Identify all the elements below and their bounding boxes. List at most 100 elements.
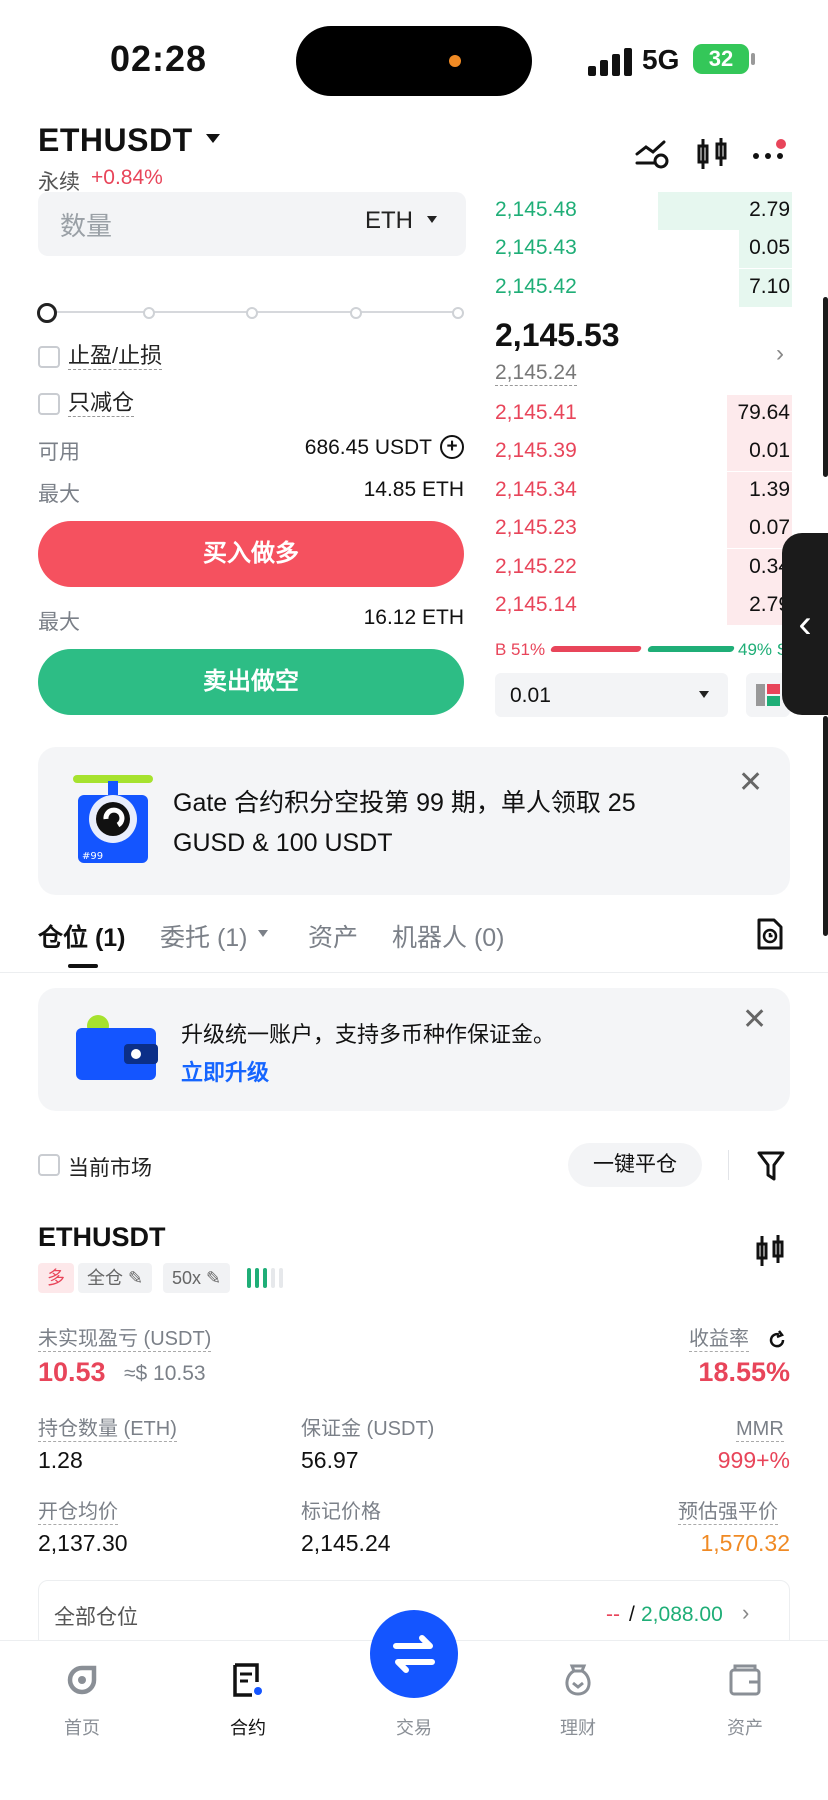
slider-tick-75[interactable]: [350, 307, 362, 319]
roe-label[interactable]: 收益率: [689, 1327, 749, 1352]
mmr-value: 999+%: [717, 1447, 790, 1473]
trade-fab[interactable]: [370, 1610, 458, 1698]
tab-positions[interactable]: 仓位 (1): [38, 918, 126, 954]
caret-down-icon[interactable]: [206, 134, 220, 143]
entry-price-value: 2,137.30: [38, 1530, 128, 1556]
available-label: 可用: [38, 441, 80, 464]
reduce-only-checkbox[interactable]: [38, 393, 60, 415]
tab-bots[interactable]: 机器人 (0): [392, 918, 505, 954]
history-icon[interactable]: [756, 918, 784, 950]
sell-ratio: 49% S: [738, 640, 789, 659]
reduce-only-label[interactable]: 只减仓: [68, 390, 135, 417]
mark-price-value: 2,145.24: [301, 1530, 391, 1556]
mmr-label[interactable]: MMR: [736, 1417, 784, 1442]
order-book-price[interactable]: 2,145.34: [495, 478, 577, 502]
tab-orders[interactable]: 委托 (1): [160, 918, 248, 954]
battery-icon: 32: [693, 44, 749, 74]
slider-tick-50[interactable]: [246, 307, 258, 319]
caret-down-icon[interactable]: [427, 216, 437, 223]
order-book-qty: 0.05: [749, 236, 790, 259]
liq-price-label[interactable]: 预估强平价: [678, 1500, 778, 1525]
slider-tick-25[interactable]: [143, 307, 155, 319]
order-book-price[interactable]: 2,145.23: [495, 516, 577, 540]
order-book-bid-row[interactable]: 2,145.41 79.64: [495, 395, 792, 433]
nav-home[interactable]: 首页: [37, 1714, 127, 1740]
order-book-ask-row[interactable]: 2,145.48 2.79: [495, 192, 792, 230]
order-book-ask-row[interactable]: 2,145.43 0.05: [495, 230, 792, 268]
quantity-unit-selector[interactable]: ETH: [365, 207, 413, 235]
signal-icon: [588, 44, 632, 76]
order-book-price[interactable]: 2,145.14: [495, 593, 577, 617]
close-all-button[interactable]: 一键平仓: [568, 1143, 702, 1187]
candlestick-icon[interactable]: [694, 136, 730, 172]
order-book-bid-row[interactable]: 2,145.14 2.79: [495, 587, 792, 625]
unrealized-pnl-label[interactable]: 未实现盈亏 (USDT): [38, 1327, 212, 1352]
order-book-price[interactable]: 2,145.48: [495, 198, 577, 222]
caret-down-icon[interactable]: [258, 930, 268, 937]
slider-tick-100[interactable]: [452, 307, 464, 319]
edit-icon[interactable]: ✎: [206, 1268, 221, 1288]
sell-short-button[interactable]: 卖出做空: [38, 649, 464, 715]
margin-mode-badge[interactable]: 全仓 ✎: [78, 1263, 153, 1293]
tp-sl-checkbox[interactable]: [38, 346, 60, 368]
unrealized-pnl-value: 10.53: [38, 1357, 106, 1387]
promo-text[interactable]: Gate 合约积分空投第 99 期，单人领取 25 GUSD & 100 USD…: [173, 783, 693, 863]
assets-icon[interactable]: [727, 1662, 763, 1698]
order-book-price[interactable]: 2,145.43: [495, 236, 577, 260]
airdrop-icon: #99: [73, 775, 153, 863]
order-book-price[interactable]: 2,145.41: [495, 401, 577, 425]
max-sell-label: 最大: [38, 611, 80, 634]
leverage-badge[interactable]: 50x ✎: [163, 1263, 231, 1293]
contract-icon[interactable]: [230, 1662, 266, 1698]
order-book-bid-row[interactable]: 2,145.34 1.39: [495, 472, 792, 510]
size-label[interactable]: 持仓数量 (ETH): [38, 1417, 177, 1442]
chart-settings-icon[interactable]: [634, 136, 670, 172]
filter-icon[interactable]: [756, 1150, 786, 1182]
entry-price-label[interactable]: 开仓均价: [38, 1500, 118, 1525]
buy-long-button[interactable]: 买入做多: [38, 521, 464, 587]
upgrade-now-link[interactable]: 立即升级: [181, 1055, 269, 1087]
nav-trade[interactable]: 交易: [369, 1714, 459, 1740]
precision-value[interactable]: 0.01: [510, 684, 551, 708]
order-book-bid-row[interactable]: 2,145.22 0.34: [495, 549, 792, 587]
nav-assets[interactable]: 资产: [700, 1714, 790, 1740]
edit-icon[interactable]: ✎: [128, 1268, 143, 1288]
recording-indicator: [449, 55, 461, 67]
amount-slider-handle[interactable]: [37, 303, 57, 323]
order-book-price[interactable]: 2,145.39: [495, 439, 577, 463]
position-symbol[interactable]: ETHUSDT: [38, 1222, 166, 1253]
upgrade-text: 升级统一账户，支持多币种作保证金。: [181, 1022, 556, 1047]
last-price[interactable]: 2,145.53: [495, 317, 620, 354]
order-book-qty: 0.01: [749, 439, 790, 462]
order-book-ask-row[interactable]: 2,145.42 7.10: [495, 269, 792, 307]
pair-selector[interactable]: ETHUSDT: [38, 122, 193, 159]
all-positions-separator: /: [629, 1603, 635, 1626]
status-time: 02:28: [110, 38, 208, 79]
risk-level-icon: [247, 1268, 283, 1288]
tp-sl-label[interactable]: 止盈/止损: [68, 343, 163, 370]
close-icon[interactable]: ✕: [738, 765, 763, 800]
current-market-label[interactable]: 当前市场: [68, 1152, 152, 1182]
dynamic-island: [296, 26, 532, 96]
refresh-icon[interactable]: [767, 1330, 787, 1350]
tab-assets[interactable]: 资产: [308, 918, 358, 954]
order-book-price[interactable]: 2,145.42: [495, 275, 577, 299]
order-book-bid-row[interactable]: 2,145.23 0.07: [495, 510, 792, 548]
caret-down-icon[interactable]: [699, 691, 709, 698]
nav-contract[interactable]: 合约: [203, 1714, 293, 1740]
tab-active-indicator: [68, 964, 98, 968]
earn-icon[interactable]: [560, 1662, 596, 1698]
quantity-placeholder: 数量: [60, 211, 113, 241]
order-book-bid-row[interactable]: 2,145.39 0.01: [495, 433, 792, 471]
nav-earn[interactable]: 理财: [533, 1714, 623, 1740]
home-icon[interactable]: [64, 1662, 100, 1698]
close-icon[interactable]: ✕: [742, 1002, 767, 1037]
chevron-right-icon[interactable]: ›: [776, 340, 784, 368]
mark-price: 2,145.24: [495, 361, 577, 386]
current-market-checkbox[interactable]: [38, 1154, 60, 1176]
order-book-price[interactable]: 2,145.22: [495, 555, 577, 579]
chevron-right-icon[interactable]: ›: [742, 1600, 749, 1626]
side-panel-handle[interactable]: ‹: [782, 533, 828, 715]
candlestick-icon[interactable]: [754, 1233, 786, 1269]
add-funds-icon[interactable]: +: [440, 435, 464, 459]
